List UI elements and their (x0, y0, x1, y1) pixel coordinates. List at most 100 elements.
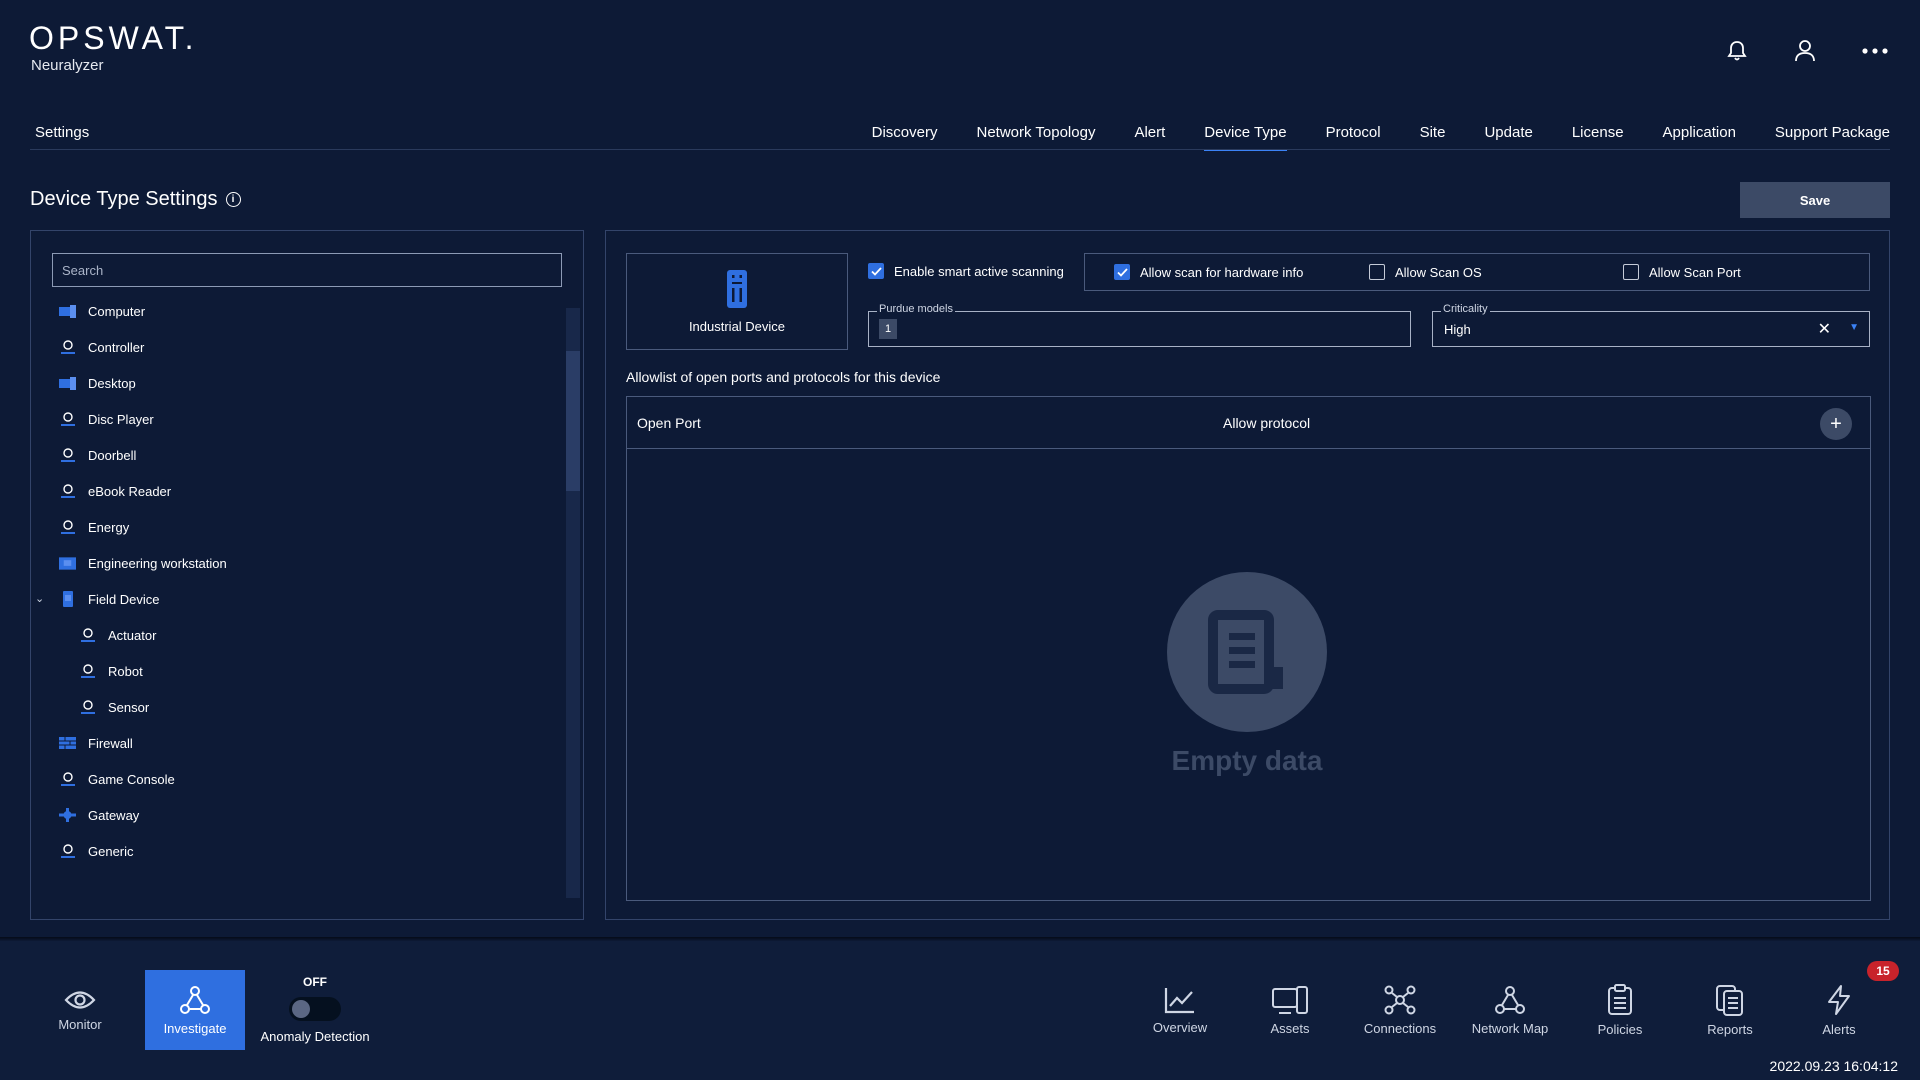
info-icon[interactable]: i (225, 192, 241, 207)
tab-support-package[interactable]: Support Package (1775, 114, 1890, 151)
more-icon[interactable] (1862, 38, 1888, 64)
tree-item[interactable]: Controller (59, 335, 144, 359)
tab-license[interactable]: License (1572, 114, 1624, 151)
chevron-down-icon[interactable]: ⌄ (35, 592, 44, 605)
tree-item-label: Desktop (88, 375, 136, 391)
bell-icon[interactable] (1724, 38, 1750, 64)
investigate-button[interactable]: Investigate (145, 970, 245, 1050)
connections-button[interactable]: Connections (1350, 970, 1450, 1050)
col-allow-protocol: Allow protocol (1223, 415, 1311, 431)
device-detail-panel: Industrial Device Enable smart active sc… (605, 230, 1890, 920)
tab-network-topology[interactable]: Network Topology (977, 114, 1096, 151)
tree-item-label: Actuator (108, 627, 157, 643)
scan-hardware-checkbox[interactable]: Allow scan for hardware info (1114, 264, 1303, 280)
network-map-button[interactable]: Network Map (1460, 970, 1560, 1050)
tab-discovery[interactable]: Discovery (872, 114, 938, 151)
tree-item-label: eBook Reader (88, 483, 172, 499)
tree-item[interactable]: Game Console (59, 767, 175, 791)
tree-item[interactable]: Generic (59, 839, 134, 863)
firewall-icon (59, 736, 76, 750)
tab-application[interactable]: Application (1663, 114, 1736, 151)
monitor-label: Monitor (58, 1016, 102, 1032)
device-type-list-panel: Computer Controller Desktop Disc Player Door… (30, 230, 584, 920)
device-name: Industrial Device (688, 319, 786, 334)
tab-update[interactable]: Update (1484, 114, 1532, 151)
opswat-logo: OPSWAT. (29, 20, 198, 56)
table-header: Open Port Allow protocol + (627, 397, 1870, 449)
purdue-model-chip[interactable]: 1 (879, 319, 897, 339)
user-icon (59, 484, 76, 498)
field-device-icon (59, 591, 76, 607)
tree-item[interactable]: Engineering workstation (59, 551, 227, 575)
tab-divider (30, 149, 1890, 150)
overview-button[interactable]: Overview (1130, 970, 1230, 1050)
devices-icon (1272, 985, 1308, 1014)
anomaly-detection-toggle[interactable] (289, 997, 341, 1021)
user-icon (79, 628, 96, 642)
tree-item-label: Controller (88, 339, 145, 355)
alerts-button[interactable]: Alerts (1789, 970, 1889, 1050)
tab-site[interactable]: Site (1420, 114, 1446, 151)
tree-item[interactable]: Gateway (59, 803, 139, 827)
checkbox-unchecked-icon (1623, 264, 1639, 280)
tree-item-label: Energy (88, 519, 130, 535)
connections-label: Connections (1363, 1020, 1437, 1036)
purdue-models-field[interactable]: Purdue models 1 (868, 303, 1411, 347)
reports-button[interactable]: Reports (1680, 970, 1780, 1050)
scan-os-label: Allow Scan OS (1395, 264, 1482, 280)
scan-os-checkbox[interactable]: Allow Scan OS (1369, 264, 1482, 280)
monitor-button[interactable]: Monitor (30, 970, 130, 1050)
tree-item[interactable]: Energy (59, 515, 129, 539)
user-icon[interactable] (1792, 38, 1818, 64)
tree-item-label: Game Console (88, 771, 175, 787)
page-title: Device Type Settings i (30, 188, 241, 211)
criticality-select[interactable]: Criticality High ✕ ▼ (1432, 303, 1870, 347)
tree-item[interactable]: Doorbell (59, 443, 136, 467)
tree-item-label: Firewall (88, 735, 133, 751)
network-nodes-icon (180, 985, 210, 1014)
empty-data-text: Empty data (1171, 745, 1323, 776)
tab-protocol[interactable]: Protocol (1326, 114, 1381, 151)
computer-icon (59, 304, 76, 318)
tree-item[interactable]: Disc Player (59, 407, 154, 431)
tree-item-label: Sensor (108, 699, 150, 715)
tab-alert[interactable]: Alert (1134, 114, 1165, 151)
scan-port-checkbox[interactable]: Allow Scan Port (1623, 264, 1741, 280)
search-input[interactable] (52, 253, 562, 287)
reports-label: Reports (1707, 1021, 1753, 1037)
policies-label: Policies (1597, 1021, 1643, 1037)
user-icon (59, 340, 76, 354)
tree-item[interactable]: Sensor (79, 695, 149, 719)
chevron-down-icon[interactable]: ▼ (1849, 322, 1859, 333)
chart-line-icon (1164, 987, 1194, 1013)
workstation-icon (59, 556, 76, 570)
save-button[interactable]: Save (1740, 182, 1890, 218)
tree-item[interactable]: Actuator (79, 623, 156, 647)
alert-count-badge: 15 (1867, 961, 1899, 981)
computer-icon (59, 376, 76, 390)
smart-scan-checkbox[interactable]: Enable smart active scanning (868, 263, 1064, 279)
tree-item-label: Disc Player (88, 411, 154, 427)
tree-item[interactable]: Firewall (59, 731, 133, 755)
checkbox-checked-icon (868, 263, 884, 279)
product-name: Neuralyzer (31, 57, 104, 74)
tree-item[interactable]: Desktop (59, 371, 136, 395)
timestamp: 2022.09.23 16:04:12 (1769, 1058, 1898, 1074)
anomaly-detection-label: Anomaly Detection (260, 1029, 370, 1044)
tab-device-type[interactable]: Device Type (1204, 114, 1287, 151)
col-open-port: Open Port (637, 415, 701, 431)
scrollbar-thumb[interactable] (566, 351, 580, 491)
tree-item[interactable]: Field Device (59, 587, 160, 611)
assets-button[interactable]: Assets (1240, 970, 1340, 1050)
tree-item[interactable]: Computer (59, 299, 145, 323)
add-row-button[interactable]: + (1820, 408, 1852, 440)
connections-icon (1384, 985, 1416, 1014)
policies-button[interactable]: Policies (1570, 970, 1670, 1050)
documents-icon (1716, 984, 1743, 1016)
clear-icon[interactable]: ✕ (1818, 319, 1831, 339)
tree-item[interactable]: Robot (79, 659, 143, 683)
tree-item-label: Generic (88, 843, 134, 859)
tree-item[interactable]: eBook Reader (59, 479, 171, 503)
clipboard-icon (1608, 983, 1632, 1015)
device-card[interactable]: Industrial Device (626, 253, 848, 350)
